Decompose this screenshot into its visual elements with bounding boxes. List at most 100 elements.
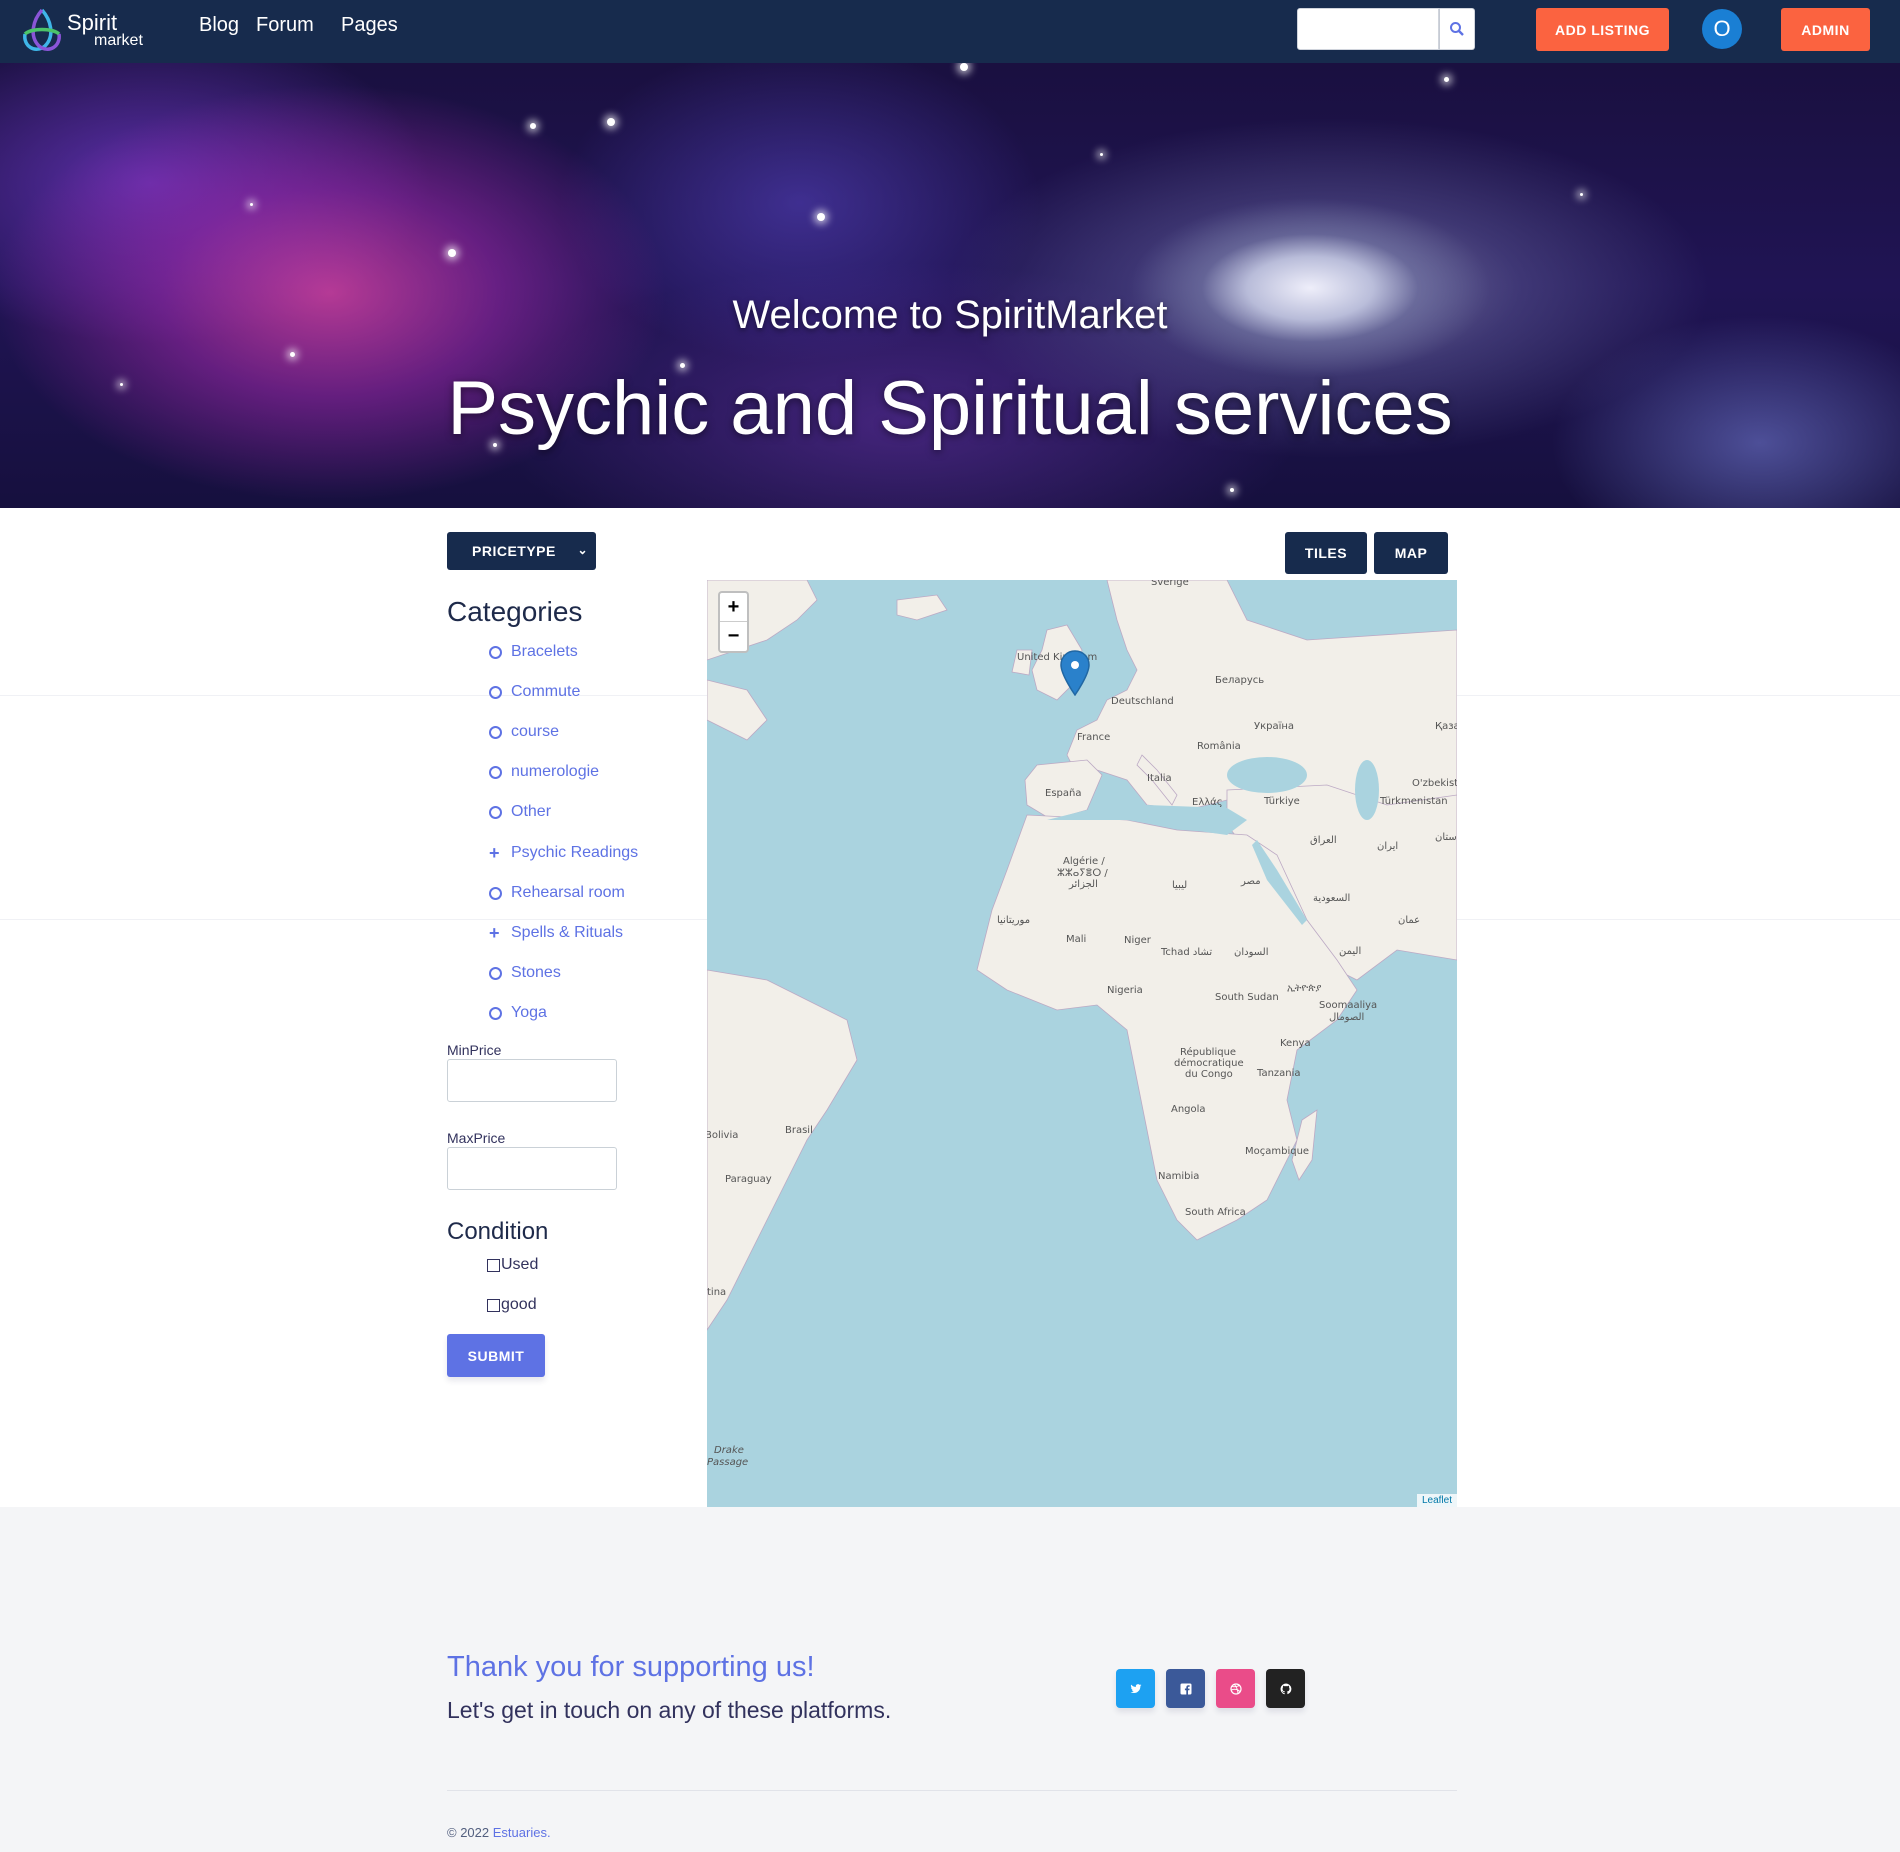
map-label: Tchad تشاد bbox=[1161, 947, 1213, 958]
map-view-button[interactable]: MAP bbox=[1374, 532, 1448, 574]
condition-label: Used bbox=[501, 1256, 539, 1273]
zoom-out-button[interactable]: − bbox=[720, 622, 747, 651]
search-button[interactable] bbox=[1439, 8, 1475, 50]
category-item[interactable]: Stones bbox=[489, 961, 561, 985]
facebook-icon bbox=[1180, 1683, 1191, 1694]
plus-icon: + bbox=[489, 922, 500, 943]
map-label: موريتانيا bbox=[997, 915, 1031, 926]
checkbox[interactable] bbox=[487, 1298, 500, 1312]
top-navbar: Spirit market Blog Forum Pages ADD LISTI… bbox=[0, 0, 1900, 63]
max-price-input[interactable] bbox=[447, 1147, 617, 1190]
map-label: Paraguay bbox=[725, 1174, 772, 1185]
map-label: Қаза bbox=[1435, 721, 1457, 732]
map-label: ليبيا bbox=[1172, 880, 1188, 891]
circle-icon bbox=[489, 966, 502, 980]
map-label: Türkiye bbox=[1264, 796, 1300, 807]
category-item[interactable]: Yoga bbox=[489, 1001, 547, 1025]
category-item[interactable]: + Psychic Readings bbox=[489, 841, 638, 865]
map-label: اليمن bbox=[1339, 946, 1362, 957]
condition-used[interactable]: Used bbox=[487, 1256, 538, 1274]
category-item[interactable]: Bracelets bbox=[489, 640, 578, 664]
max-price-label: MaxPrice bbox=[447, 1130, 506, 1146]
nav-blog[interactable]: Blog bbox=[199, 14, 239, 37]
map-label: Italia bbox=[1147, 773, 1172, 784]
zoom-in-button[interactable]: + bbox=[720, 593, 747, 622]
pricetype-dropdown[interactable]: PRICETYPE ⌄ bbox=[447, 532, 596, 570]
map-label: Passage bbox=[707, 1457, 749, 1468]
category-item[interactable]: + Spells & Rituals bbox=[489, 921, 623, 945]
condition-good[interactable]: good bbox=[487, 1296, 537, 1314]
category-item[interactable]: Commute bbox=[489, 680, 580, 704]
category-label: Stones bbox=[511, 964, 561, 981]
category-label: Yoga bbox=[511, 1004, 547, 1021]
circle-icon bbox=[489, 1006, 502, 1020]
category-item[interactable]: course bbox=[489, 720, 559, 744]
admin-button[interactable]: ADMIN bbox=[1781, 8, 1870, 51]
map-label: Soomaaliya bbox=[1319, 1000, 1378, 1011]
brand-subname[interactable]: market bbox=[94, 32, 143, 50]
copyright-text: © 2022 bbox=[447, 1825, 490, 1840]
tiles-view-button[interactable]: TILES bbox=[1285, 532, 1367, 574]
hero-title: Psychic and Spiritual services bbox=[447, 366, 1453, 451]
map-label: du Congo bbox=[1185, 1069, 1233, 1080]
map-label: España bbox=[1045, 788, 1082, 799]
map-label: Angola bbox=[1171, 1104, 1206, 1115]
map-label: السودان bbox=[1234, 947, 1269, 958]
condition-label: good bbox=[501, 1296, 537, 1313]
map-label: Україна bbox=[1254, 721, 1295, 732]
submit-button[interactable]: SUBMIT bbox=[447, 1334, 545, 1377]
map-label: Sverige bbox=[1151, 580, 1189, 588]
map-label: الجزائر bbox=[1069, 879, 1098, 890]
map-label: مصر bbox=[1241, 876, 1261, 887]
checkbox[interactable] bbox=[487, 1258, 500, 1272]
circle-icon bbox=[489, 645, 502, 659]
circle-icon bbox=[489, 805, 502, 819]
plus-icon: + bbox=[489, 842, 500, 863]
map-label: ⵣⵣⴰⵢⴻⵔ / bbox=[1057, 868, 1108, 879]
category-item[interactable]: numerologie bbox=[489, 760, 599, 784]
map-label: Moçambique bbox=[1245, 1146, 1310, 1157]
listing-map[interactable]: + − Sverige United Kingdom Беларусь Deut… bbox=[707, 580, 1457, 1507]
map-label: O'zbekist bbox=[1412, 778, 1457, 789]
category-item[interactable]: Other bbox=[489, 800, 551, 824]
category-label: Commute bbox=[511, 683, 581, 700]
search-input[interactable] bbox=[1297, 8, 1439, 50]
map-label: France bbox=[1077, 732, 1111, 743]
map-label: Tanzania bbox=[1257, 1068, 1301, 1079]
footer-divider bbox=[447, 1790, 1457, 1791]
map-label: Namibia bbox=[1158, 1171, 1200, 1182]
facebook-button[interactable] bbox=[1166, 1669, 1205, 1708]
hero-banner: Welcome to SpiritMarket Psychic and Spir… bbox=[0, 63, 1900, 508]
map-marker-icon[interactable] bbox=[1060, 650, 1090, 696]
map-label: السعودية bbox=[1313, 893, 1351, 904]
map-label: démocratique bbox=[1174, 1058, 1244, 1069]
map-label: ستان bbox=[1435, 832, 1457, 843]
map-label: tina bbox=[707, 1287, 727, 1298]
footer bbox=[0, 1507, 1900, 1852]
footer-thanks: Thank you for supporting us! bbox=[447, 1651, 815, 1683]
nav-forum[interactable]: Forum bbox=[256, 14, 314, 37]
map-label: العراق bbox=[1310, 835, 1337, 846]
min-price-input[interactable] bbox=[447, 1059, 617, 1102]
map-label: Bolivia bbox=[707, 1130, 739, 1141]
user-avatar[interactable]: O bbox=[1702, 9, 1742, 49]
map-label: Nigeria bbox=[1107, 985, 1143, 996]
add-listing-button[interactable]: ADD LISTING bbox=[1536, 8, 1669, 51]
dribbble-icon bbox=[1229, 1682, 1242, 1695]
map-attribution[interactable]: Leaflet bbox=[1416, 1494, 1457, 1507]
github-button[interactable] bbox=[1266, 1669, 1305, 1708]
category-item[interactable]: Rehearsal room bbox=[489, 881, 625, 905]
map-label: Türkmenistan bbox=[1380, 796, 1448, 807]
company-link[interactable]: Estuaries. bbox=[493, 1825, 551, 1840]
map-label: Algérie / bbox=[1063, 856, 1105, 867]
map-label: Беларусь bbox=[1215, 675, 1265, 686]
hero-subtitle: Welcome to SpiritMarket bbox=[732, 293, 1168, 337]
nav-pages[interactable]: Pages bbox=[341, 14, 398, 37]
category-label: numerologie bbox=[511, 763, 600, 780]
logo-icon[interactable] bbox=[17, 6, 67, 54]
twitter-button[interactable] bbox=[1116, 1669, 1155, 1708]
category-label: Psychic Readings bbox=[511, 844, 639, 861]
map-label: Deutschland bbox=[1111, 696, 1174, 707]
dribbble-button[interactable] bbox=[1216, 1669, 1255, 1708]
map-label: Niger bbox=[1124, 935, 1151, 946]
